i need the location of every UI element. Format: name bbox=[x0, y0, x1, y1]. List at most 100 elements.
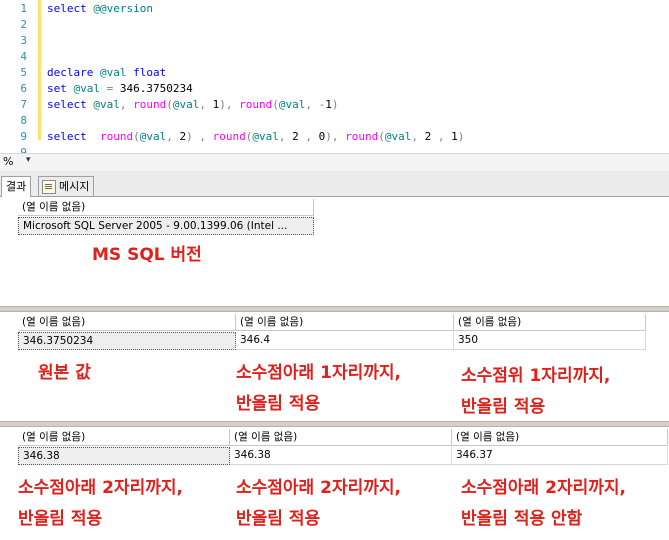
code-line[interactable]: 3 bbox=[0, 33, 669, 49]
result-grid-round1: (열 이름 없음) (열 이름 없음) (열 이름 없음) 346.375023… bbox=[0, 312, 669, 422]
column-header[interactable]: (열 이름 없음) bbox=[454, 314, 646, 331]
code-text: select round(@val, 2) , round(@val, 2 , … bbox=[47, 129, 464, 145]
code-token: declare bbox=[47, 66, 100, 79]
annotation-round-2b-b: 반올림 적용 bbox=[236, 509, 321, 529]
line-number: 2 bbox=[20, 18, 27, 31]
grid-cell[interactable]: 346.37 bbox=[452, 447, 668, 465]
code-token: , bbox=[199, 98, 213, 111]
code-token: @val bbox=[139, 130, 167, 143]
code-token: @val bbox=[93, 98, 120, 111]
code-token: set bbox=[47, 82, 74, 95]
code-line[interactable]: 7 select @val, round(@val, 1), round(@val… bbox=[0, 97, 669, 113]
code-line[interactable]: 6 set @val = 346.3750234 bbox=[0, 81, 669, 97]
line-number: 6 bbox=[20, 82, 27, 95]
tab-results[interactable]: 결과 bbox=[1, 176, 32, 197]
code-token: @val bbox=[73, 82, 107, 95]
code-token: ) , bbox=[186, 130, 213, 143]
zoom-bar: % ▾ bbox=[0, 153, 669, 171]
code-line[interactable]: 9 select round(@val, 2) , round(@val, 2 ,… bbox=[0, 129, 669, 145]
line-number: 9 bbox=[20, 130, 27, 143]
tab-messages-label: 메시지 bbox=[59, 180, 90, 193]
code-token: @val bbox=[99, 66, 134, 79]
code-text: select @val, round(@val, 1), round(@val,… bbox=[47, 97, 338, 113]
annotation-round-2a: 소수점아래 2자리까지, bbox=[18, 478, 183, 498]
annotation-round-2c: 소수점아래 2자리까지, bbox=[461, 478, 626, 498]
code-line[interactable]: 1 select @@version bbox=[0, 1, 669, 17]
annotation-round-1b: 반올림 적용 bbox=[236, 394, 321, 414]
annotation-round-2a-b: 반올림 적용 bbox=[18, 509, 103, 529]
line-number: 1 bbox=[20, 2, 27, 15]
annotation-round-minus1b: 반올림 적용 bbox=[461, 397, 546, 417]
grid-cell[interactable]: 346.4 bbox=[236, 332, 454, 350]
code-token: round bbox=[133, 98, 167, 111]
code-token: ( bbox=[272, 98, 279, 111]
message-icon bbox=[42, 180, 56, 194]
code-line[interactable]: 5 declare @val float bbox=[0, 65, 669, 81]
code-token: ) bbox=[457, 130, 465, 143]
result-grid-version: (열 이름 없음) Microsoft SQL Server 2005 - 9.… bbox=[0, 197, 669, 307]
line-number: 5 bbox=[20, 66, 27, 79]
line-number: 4 bbox=[20, 50, 27, 63]
tab-messages[interactable]: 메시지 bbox=[38, 176, 95, 196]
code-token: @val bbox=[172, 98, 200, 111]
code-token: round bbox=[212, 130, 246, 143]
annotation-round-minus1: 소수점위 1자리까지, bbox=[461, 366, 611, 386]
zoom-level[interactable]: % bbox=[3, 155, 13, 168]
code-token: select bbox=[47, 2, 94, 15]
code-token: ), bbox=[325, 130, 346, 143]
code-token: round bbox=[239, 98, 273, 111]
sql-editor[interactable]: 1 select @@version 2 3 4 5 declare @val float 6… bbox=[0, 0, 669, 159]
code-line[interactable]: 8 bbox=[0, 113, 669, 129]
code-text: set @val = 346.3750234 bbox=[47, 81, 193, 97]
grid-cell[interactable]: 346.38 bbox=[18, 447, 230, 465]
code-token: round bbox=[345, 130, 379, 143]
annotation-round-2c-b: 반올림 적용 안함 bbox=[461, 509, 583, 529]
code-token: round bbox=[99, 130, 134, 143]
code-token: 2 bbox=[292, 130, 306, 143]
code-token: @@version bbox=[93, 2, 153, 15]
code-token: 1 bbox=[325, 98, 332, 111]
code-token: , bbox=[278, 130, 293, 143]
column-header[interactable]: (열 이름 없음) bbox=[230, 429, 452, 446]
code-token: ), bbox=[219, 98, 240, 111]
annotation-original: 원본 값 bbox=[38, 363, 91, 383]
code-text: declare @val float bbox=[47, 65, 166, 81]
code-token: , bbox=[437, 130, 452, 143]
code-text: select @@version bbox=[47, 1, 153, 17]
line-number: 7 bbox=[20, 98, 27, 111]
grid-cell[interactable]: 350 bbox=[454, 332, 646, 350]
annotation-version: MS SQL 버전 bbox=[92, 245, 202, 265]
code-token: 1 bbox=[451, 130, 458, 143]
code-token: , - bbox=[305, 98, 326, 111]
code-token: float bbox=[133, 66, 167, 79]
code-token: @val bbox=[252, 130, 279, 143]
line-number: 3 bbox=[20, 34, 27, 47]
code-token: @val bbox=[384, 130, 412, 143]
code-token: , bbox=[166, 130, 180, 143]
column-header[interactable]: (열 이름 없음) bbox=[236, 314, 454, 331]
annotation-round-1: 소수점아래 1자리까지, bbox=[236, 363, 401, 383]
code-token: ( bbox=[166, 98, 173, 111]
code-line[interactable]: 4 bbox=[0, 49, 669, 65]
code-line[interactable]: 2 bbox=[0, 17, 669, 33]
code-token: ( bbox=[378, 130, 385, 143]
column-header[interactable]: (열 이름 없음) bbox=[18, 429, 230, 446]
code-token: 2 bbox=[424, 130, 438, 143]
result-grid-round2: (열 이름 없음) (열 이름 없음) (열 이름 없음) 346.38 346… bbox=[0, 427, 669, 540]
code-token: 346.3750234 bbox=[119, 82, 193, 95]
code-token: ) bbox=[331, 98, 339, 111]
code-token: @val bbox=[278, 98, 306, 111]
grid-cell[interactable]: 346.3750234 bbox=[18, 332, 236, 350]
results-tabbar: 결과 메시지 bbox=[0, 171, 669, 197]
grid-cell[interactable]: Microsoft SQL Server 2005 - 9.00.1399.06… bbox=[18, 217, 314, 235]
column-header[interactable]: (열 이름 없음) bbox=[18, 314, 236, 331]
code-token: = bbox=[106, 82, 120, 95]
grid-cell[interactable]: 346.38 bbox=[230, 447, 452, 465]
annotation-round-2b: 소수점아래 2자리까지, bbox=[236, 478, 401, 498]
column-header[interactable]: (열 이름 없음) bbox=[18, 199, 314, 216]
code-token: ( bbox=[133, 130, 140, 143]
chevron-down-icon[interactable]: ▾ bbox=[26, 155, 31, 165]
code-token: , bbox=[119, 98, 134, 111]
code-token: select bbox=[47, 130, 100, 143]
column-header[interactable]: (열 이름 없음) bbox=[452, 429, 668, 446]
